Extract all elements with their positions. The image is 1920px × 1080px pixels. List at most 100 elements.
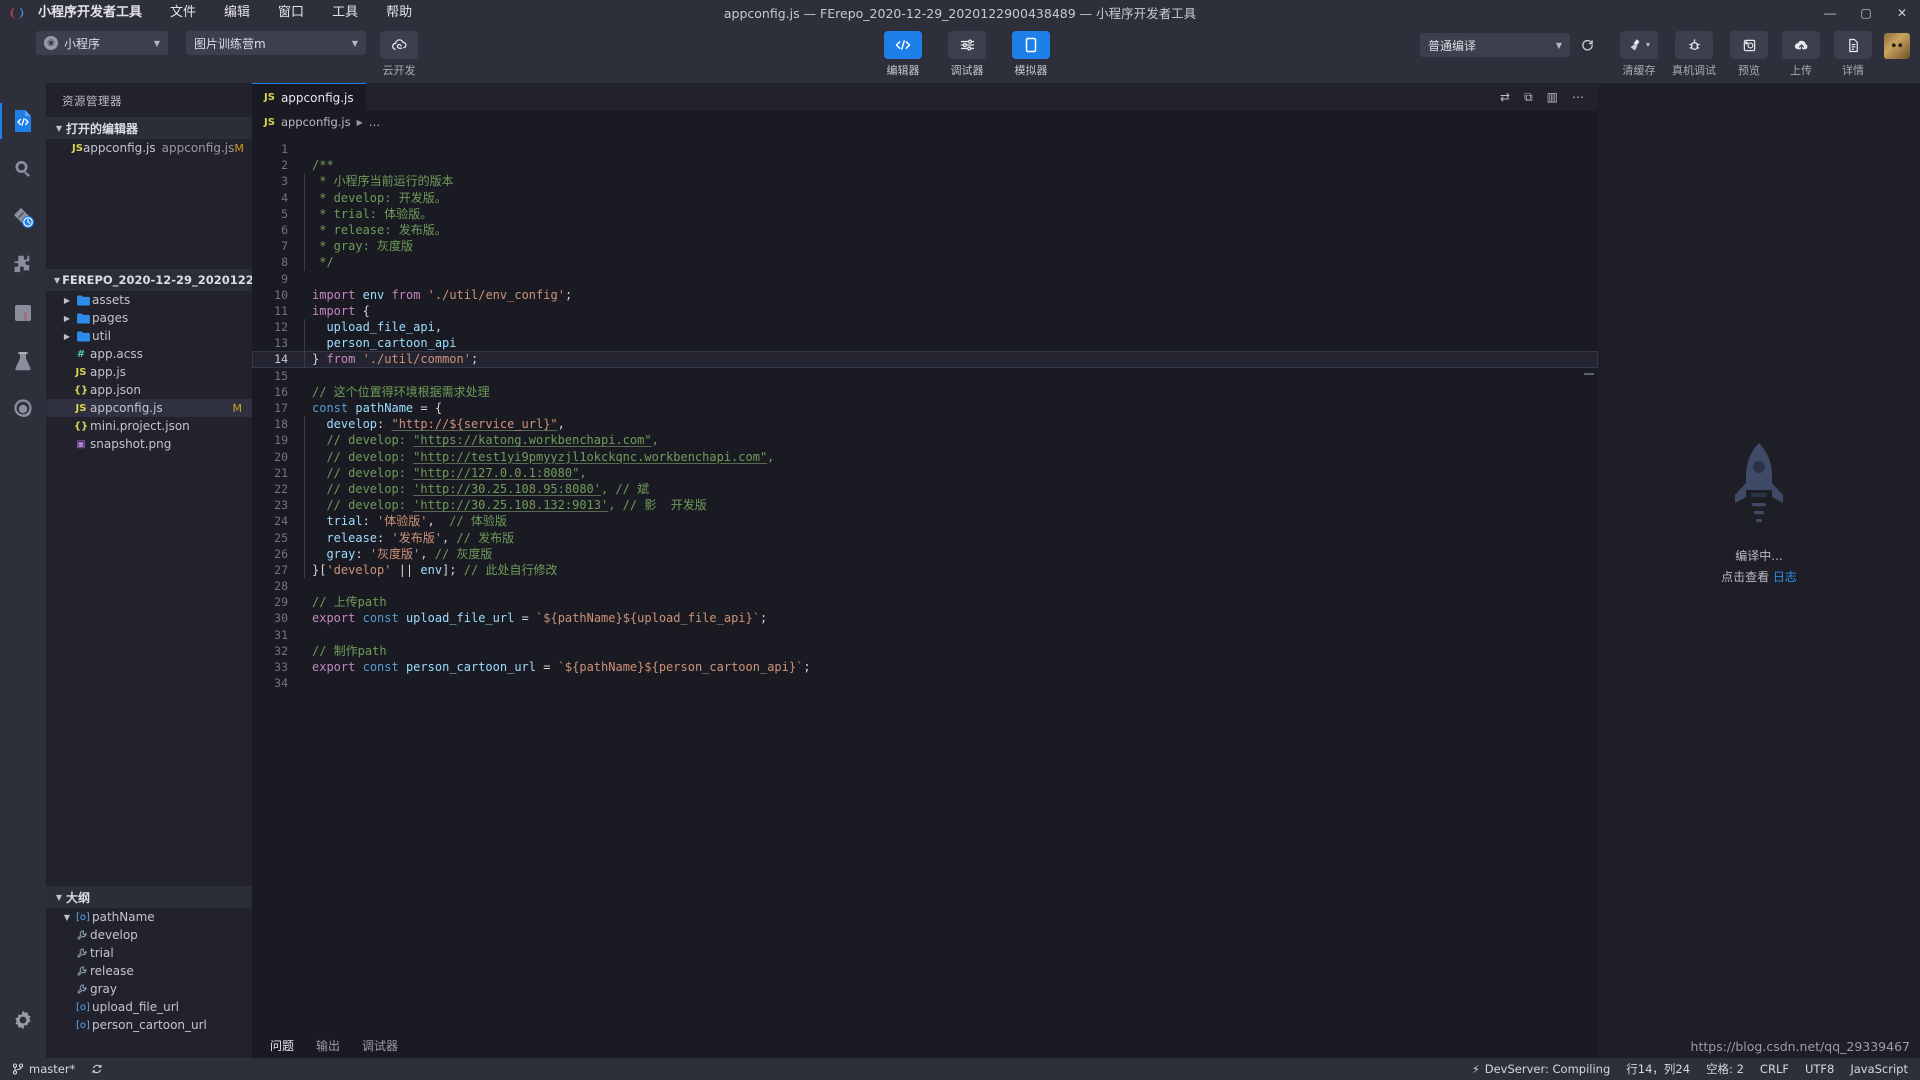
status-language-mode[interactable]: JavaScript — [1842, 1058, 1916, 1080]
outline-row[interactable]: [o] person_cartoon_url — [46, 1016, 252, 1034]
device-debug-button[interactable]: 真机调试 — [1672, 31, 1716, 78]
status-devserver[interactable]: ⚡ DevServer: Compiling — [1464, 1058, 1618, 1080]
file-tree-row[interactable]: ▶ assets — [46, 291, 252, 309]
panel-tab-debugger[interactable]: 调试器 — [362, 1037, 398, 1054]
code-line[interactable]: 16 // 这个位置得环境根据需求处理 — [252, 384, 1598, 400]
menu-item-edit[interactable]: 编辑 — [210, 2, 264, 24]
outline-row[interactable]: ▼ [o] pathName — [46, 908, 252, 926]
status-sync[interactable] — [83, 1058, 111, 1080]
split-horizontal-icon[interactable]: ⇄ — [1500, 90, 1510, 104]
editor-toggle-button[interactable]: 编辑器 — [884, 31, 922, 78]
code-line[interactable]: 23 // develop: 'http://30.25.108.132:901… — [252, 497, 1598, 514]
code-line[interactable]: 32 // 制作path — [252, 643, 1598, 659]
open-editors-header[interactable]: ▼ 打开的编辑器 — [46, 117, 252, 139]
menu-item-window[interactable]: 窗口 — [264, 2, 318, 24]
outline-row[interactable]: [o] upload_file_url — [46, 998, 252, 1016]
outline-row[interactable]: develop — [46, 926, 252, 944]
code-line[interactable]: 34 — [252, 675, 1598, 691]
more-icon[interactable]: ⋯ — [1572, 90, 1584, 104]
layout-icon[interactable]: ▥ — [1547, 90, 1558, 104]
status-cursor-position[interactable]: 行14，列24 — [1618, 1058, 1698, 1080]
code-line[interactable]: 27}['develop' || env]; // 此处自行修改 — [252, 561, 1598, 579]
sidebar-item-search[interactable] — [0, 145, 46, 193]
sidebar-item-test[interactable] — [0, 337, 46, 385]
preview-button[interactable]: 预览 — [1730, 31, 1768, 78]
code-line[interactable]: 24 trial: '体验版', // 体验版 — [252, 513, 1598, 530]
code-line[interactable]: 7 * gray: 灰度版 — [252, 238, 1598, 255]
breadcrumb-file[interactable]: appconfig.js — [281, 115, 351, 129]
split-icon[interactable]: ⧉ — [1524, 90, 1533, 105]
code-line[interactable]: 5 * trial: 体验版。 — [252, 205, 1598, 222]
debugger-toggle-button[interactable]: 调试器 — [948, 31, 986, 78]
file-tree-row[interactable]: {} mini.project.json — [46, 417, 252, 435]
code-line[interactable]: 31 — [252, 627, 1598, 643]
outline-row[interactable]: gray — [46, 980, 252, 998]
code-line[interactable]: 4 * develop: 开发版。 — [252, 189, 1598, 206]
file-tree-row[interactable]: {} app.json — [46, 381, 252, 399]
code-line[interactable]: 30 export const upload_file_url = `${path… — [252, 610, 1598, 626]
cloud-dev-button[interactable]: 云开发 — [380, 31, 418, 78]
file-tree-row[interactable]: JS app.js — [46, 363, 252, 381]
status-eol[interactable]: CRLF — [1752, 1058, 1797, 1080]
project-type-select[interactable]: ◉ 小程序 ▼ — [36, 31, 168, 55]
project-header[interactable]: ▼ FEREPO_2020-12-29_2020122900438489 — [46, 269, 252, 291]
code-line[interactable]: 26 gray: '灰度版', // 灰度版 — [252, 545, 1598, 562]
code-line[interactable]: 22 // develop: 'http://30.25.108.95:8080… — [252, 480, 1598, 498]
code-line[interactable]: 17 const pathName = { — [252, 400, 1598, 416]
menu-item-tools[interactable]: 工具 — [318, 2, 372, 24]
status-indentation[interactable]: 空格: 2 — [1698, 1058, 1752, 1080]
outline-header[interactable]: ▼ 大纲 — [46, 886, 252, 908]
code-line[interactable]: 25 release: '发布版', // 发布版 — [252, 529, 1598, 546]
code-line[interactable]: 14} from './util/common'; — [252, 351, 1598, 368]
minimize-button[interactable]: — — [1812, 0, 1848, 25]
simulator-log-link[interactable]: 日志 — [1773, 570, 1797, 584]
code-line[interactable]: 33 export const person_cartoon_url = `${p… — [252, 659, 1598, 675]
code-line[interactable]: 12 upload_file_api, — [252, 319, 1598, 336]
code-line[interactable]: 3 * 小程序当前运行的版本 — [252, 173, 1598, 190]
code-line[interactable]: 15 — [252, 368, 1598, 384]
maximize-button[interactable]: ▢ — [1848, 0, 1884, 25]
simulator-toggle-button[interactable]: 模拟器 — [1012, 31, 1050, 78]
clear-cache-button[interactable]: ▼ 清缓存 — [1620, 31, 1658, 78]
chevron-down-icon[interactable]: ▼ — [60, 913, 74, 922]
code-scroll-area[interactable]: 1 2/** 3 * 小程序当前运行的版本 4 * develop: 开发版。 5 * … — [252, 133, 1598, 1032]
sidebar-item-settings[interactable] — [0, 996, 46, 1044]
sidebar-item-extensions[interactable] — [0, 241, 46, 289]
refresh-button[interactable] — [1574, 33, 1600, 57]
code-line[interactable]: 10 import env from './util/env_config'; — [252, 287, 1598, 303]
file-tree-row[interactable]: JS appconfig.js M — [46, 399, 252, 417]
code-line[interactable]: 29 // 上传path — [252, 594, 1598, 610]
tab-appconfig-js[interactable]: JS appconfig.js — [252, 83, 366, 111]
open-editor-item[interactable]: JS appconfig.js appconfig.js M — [46, 139, 252, 157]
compile-mode-select[interactable]: 普通编译 ▼ — [1420, 33, 1570, 57]
code-editor[interactable]: 1 2/** 3 * 小程序当前运行的版本 4 * develop: 开发版。 5 * … — [252, 133, 1598, 1032]
menu-item-help[interactable]: 帮助 — [372, 2, 426, 24]
chevron-right-icon[interactable]: ▶ — [60, 296, 74, 305]
sidebar-item-source-control[interactable] — [0, 193, 46, 241]
file-tree-row[interactable]: ▶ util — [46, 327, 252, 345]
panel-tab-output[interactable]: 输出 — [316, 1037, 340, 1054]
code-line[interactable]: 6 * release: 发布版。 — [252, 221, 1598, 239]
project-name-select[interactable]: 图片训练营m ▼ — [186, 31, 366, 55]
code-line[interactable]: 20 // develop: "http://test1yi9pmyyzjl1o… — [252, 448, 1598, 465]
code-line[interactable]: 1 — [252, 141, 1598, 157]
sidebar-item-support[interactable] — [0, 385, 46, 433]
file-tree-row[interactable]: # app.acss — [46, 345, 252, 363]
outline-row[interactable]: trial — [46, 944, 252, 962]
code-line[interactable]: 28 — [252, 578, 1598, 594]
panel-tab-problems[interactable]: 问题 — [270, 1037, 294, 1054]
code-line[interactable]: 19 // develop: "https://katong.workbench… — [252, 432, 1598, 449]
code-line[interactable]: 11 import { — [252, 303, 1598, 319]
menu-item-file[interactable]: 文件 — [156, 2, 210, 24]
details-button[interactable]: 详情 — [1834, 31, 1872, 78]
status-encoding[interactable]: UTF8 — [1797, 1058, 1842, 1080]
file-tree-row[interactable]: ▣ snapshot.png — [46, 435, 252, 453]
breadcrumb-more[interactable]: … — [369, 115, 381, 129]
code-line[interactable]: 8 */ — [252, 254, 1598, 271]
avatar[interactable] — [1884, 33, 1910, 59]
outline-row[interactable]: release — [46, 962, 252, 980]
chevron-right-icon[interactable]: ▶ — [60, 314, 74, 323]
upload-button[interactable]: 上传 — [1782, 31, 1820, 78]
code-line[interactable]: 2 /** — [252, 157, 1598, 173]
close-button[interactable]: ✕ — [1884, 0, 1920, 25]
